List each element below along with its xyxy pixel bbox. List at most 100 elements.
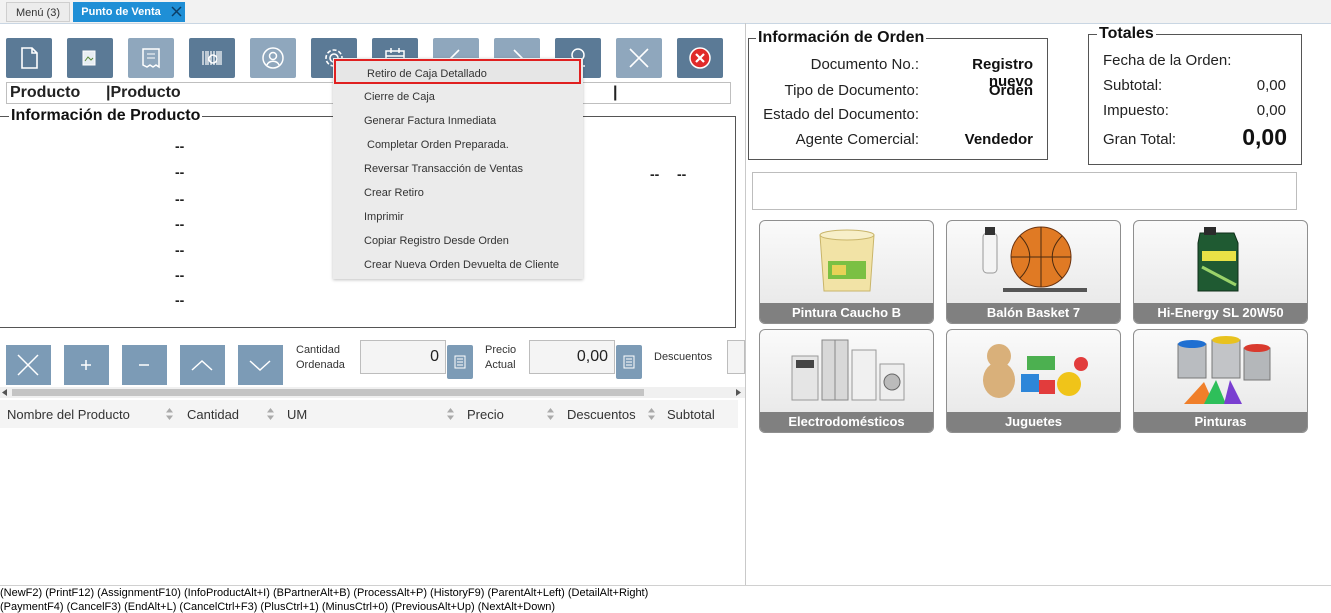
product-field-4: --: [175, 216, 185, 232]
order-date-label: Fecha de la Orden:: [1103, 52, 1232, 69]
product-field-3: --: [175, 191, 185, 207]
product-info-title: Información de Producto: [9, 107, 203, 125]
col-quantity[interactable]: Cantidad: [187, 407, 239, 422]
product-field-2: --: [175, 164, 185, 180]
qty-calculator-button[interactable]: [447, 345, 473, 379]
close-icon[interactable]: [170, 5, 183, 18]
price-label: Precio Actual: [485, 344, 517, 371]
product-card-label: Electrodomésticos: [760, 412, 933, 432]
menu-item-generar-factura[interactable]: Generar Factura Inmediata: [364, 115, 496, 127]
menu-item-cierre-caja[interactable]: Cierre de Caja: [364, 91, 435, 103]
menu-item-reversar-transaccion[interactable]: Reversar Transacción de Ventas: [364, 163, 523, 175]
process-popup-menu: Retiro de Caja Detallado Cierre de Caja …: [333, 58, 583, 279]
discount-input[interactable]: [727, 340, 745, 374]
sort-icon[interactable]: [547, 408, 554, 420]
scroll-right-icon[interactable]: [736, 389, 742, 396]
subtotal-value: 0,00: [1256, 77, 1286, 94]
image-button[interactable]: [67, 38, 113, 78]
minus-icon: [139, 364, 149, 366]
sort-icon[interactable]: [447, 408, 454, 420]
remove-line-button[interactable]: [6, 345, 51, 385]
tab-menu[interactable]: Menú (3): [6, 2, 70, 22]
chevron-down-icon: [249, 360, 271, 372]
col-price[interactable]: Precio: [467, 407, 504, 422]
cross-icon: [629, 48, 649, 68]
price-input[interactable]: 0,00: [529, 340, 615, 374]
qty-input[interactable]: 0: [360, 340, 446, 374]
product-card-hi-energy[interactable]: Hi-Energy SL 20W50: [1133, 220, 1308, 324]
doc-type-label: Tipo de Documento:: [784, 82, 919, 99]
user-icon: [262, 47, 284, 69]
product-field-6: --: [175, 267, 185, 283]
product-search-input[interactable]: [752, 172, 1297, 210]
tax-label: Impuesto:: [1103, 102, 1169, 119]
cancel-button[interactable]: [616, 38, 662, 78]
product-name-field[interactable]: |Producto: [106, 84, 181, 102]
product-card-label: Pintura Caucho B: [760, 303, 933, 323]
product-field-7: --: [175, 292, 185, 308]
sort-icon[interactable]: [166, 408, 173, 420]
new-button[interactable]: [6, 38, 52, 78]
qty-label: Cantidad Ordenada: [296, 344, 345, 371]
menu-item-crear-retiro[interactable]: Crear Retiro: [364, 187, 424, 199]
previous-button[interactable]: [180, 345, 225, 385]
exit-button[interactable]: [677, 38, 723, 78]
agent-label: Agente Comercial:: [795, 131, 919, 148]
broken-image-icon: [82, 50, 96, 66]
doc-type-value: Orden: [988, 82, 1033, 99]
product-card-pinturas[interactable]: Pinturas: [1133, 329, 1308, 433]
product-card-electrodomesticos[interactable]: Electrodomésticos: [759, 329, 934, 433]
paint-bucket-image: [819, 229, 875, 292]
menu-item-copiar-registro[interactable]: Copiar Registro Desde Orden: [364, 235, 509, 247]
col-subtotal[interactable]: Subtotal: [667, 407, 715, 422]
toys-image: [983, 344, 1088, 398]
doc-no-label: Documento No.:: [810, 56, 919, 73]
shortcut-line-2: (PaymentF4) (CancelF3) (EndAlt+L) (Cance…: [0, 601, 556, 613]
totals-title: Totales: [1097, 25, 1156, 43]
product-field-8: --: [650, 166, 660, 182]
chevron-up-icon: [191, 359, 213, 371]
bpartner-button[interactable]: [250, 38, 296, 78]
col-discounts[interactable]: Descuentos: [567, 407, 636, 422]
tab-bar: Menú (3) Punto de Venta: [0, 0, 1331, 24]
paint-cans-image: [1177, 336, 1271, 404]
menu-item-selected-label[interactable]: Retiro de Caja Detallado: [367, 68, 487, 80]
product-field-9: --: [677, 166, 687, 182]
product-info-button[interactable]: [189, 38, 235, 78]
menu-item-completar-orden[interactable]: Completar Orden Preparada.: [367, 139, 509, 151]
horizontal-scrollbar[interactable]: [0, 387, 745, 398]
menu-item-crear-orden-devuelta[interactable]: Crear Nueva Orden Devuelta de Cliente: [364, 259, 559, 271]
product-card-label: Balón Basket 7: [947, 303, 1120, 323]
product-card-label: Pinturas: [1134, 412, 1307, 432]
col-product-name[interactable]: Nombre del Producto: [7, 407, 130, 422]
minus-button[interactable]: [122, 345, 167, 385]
close-circle-icon: [689, 47, 711, 69]
price-calculator-button[interactable]: [616, 345, 642, 379]
product-card-balon-basket[interactable]: Balón Basket 7: [946, 220, 1121, 324]
order-lines-table-header: Nombre del Producto Cantidad UM Precio D…: [0, 400, 738, 428]
plus-button[interactable]: [64, 345, 109, 385]
shortcut-line-1: (NewF2) (PrintF12) (AssignmentF10) (Info…: [0, 587, 649, 599]
calculator-icon: [623, 355, 635, 369]
text-cursor: |: [613, 84, 618, 101]
calculator-icon: [454, 355, 466, 369]
sort-icon[interactable]: [648, 408, 655, 420]
product-card-pintura-caucho[interactable]: Pintura Caucho B: [759, 220, 934, 324]
col-um[interactable]: UM: [287, 407, 307, 422]
next-button[interactable]: [238, 345, 283, 385]
product-field-1: --: [175, 138, 185, 154]
sort-icon[interactable]: [267, 408, 274, 420]
product-label: Producto: [10, 84, 81, 101]
discount-label: Descuentos: [654, 351, 713, 363]
product-card-juguetes[interactable]: Juguetes: [946, 329, 1121, 433]
scrollbar-thumb[interactable]: [12, 389, 644, 396]
tab-punto-de-venta[interactable]: Punto de Venta: [73, 2, 185, 22]
print-button[interactable]: [128, 38, 174, 78]
cross-icon: [17, 354, 39, 376]
shortcut-footer: (NewF2) (PrintF12) (AssignmentF10) (Info…: [0, 585, 1331, 613]
scroll-left-icon[interactable]: [2, 389, 8, 396]
product-field-5: --: [175, 242, 185, 258]
menu-item-imprimir[interactable]: Imprimir: [364, 211, 404, 223]
doc-status-label: Estado del Documento:: [763, 106, 919, 123]
basketball-image: [982, 226, 1087, 292]
